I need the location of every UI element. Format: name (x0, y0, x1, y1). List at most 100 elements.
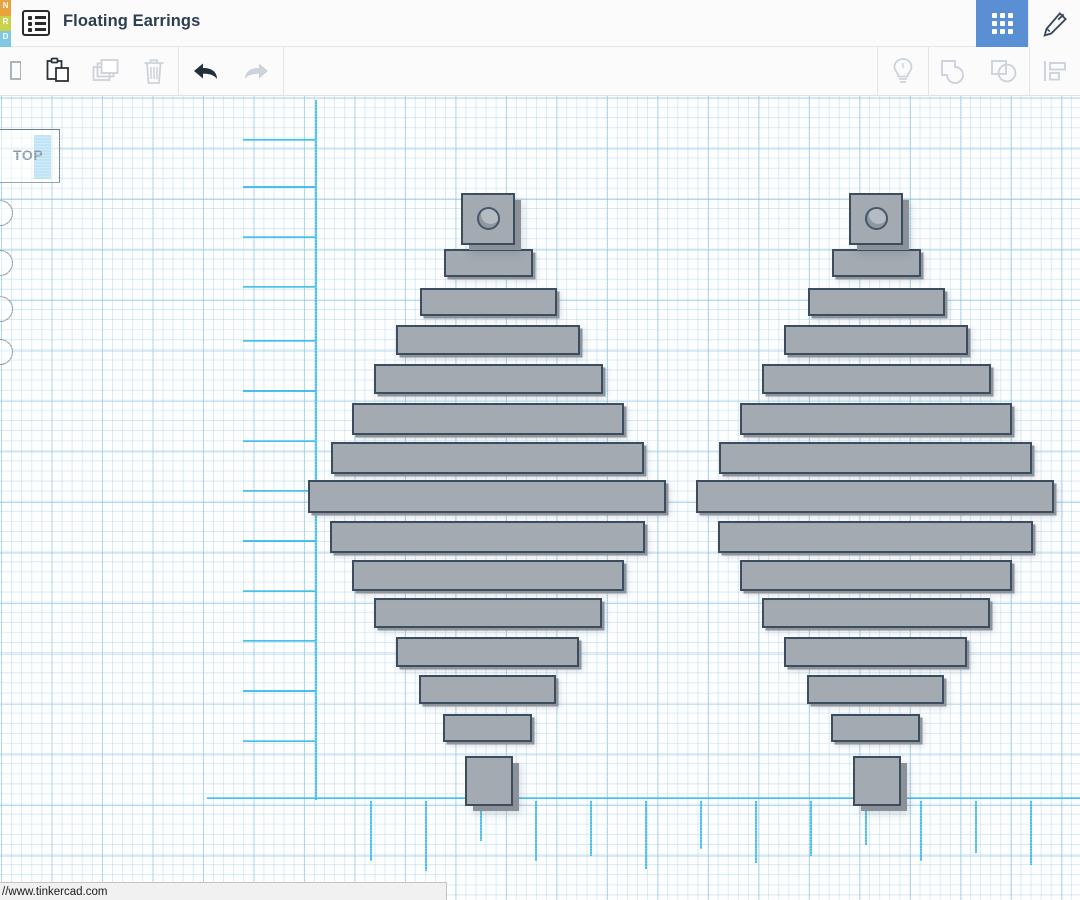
tinkercad-window: N R D Floating Earrings (0, 0, 1080, 900)
undo-arrow-icon (190, 60, 220, 82)
guide-line-horizontal (243, 640, 315, 642)
guide-line-horizontal (243, 590, 315, 592)
guide-line-horizontal (243, 286, 315, 288)
earring-slab[interactable] (443, 714, 532, 742)
guide-line-vertical (425, 801, 427, 871)
earring-slab[interactable] (784, 325, 968, 355)
earring-slab[interactable] (419, 675, 556, 704)
guide-line-vertical (700, 801, 702, 849)
earring-slab[interactable] (831, 714, 920, 742)
earring-slab[interactable] (762, 598, 990, 628)
page-title: Floating Earrings (63, 12, 200, 31)
toolbar-left-group (0, 47, 284, 95)
earring-slab[interactable] (807, 675, 944, 704)
earring-slab[interactable] (784, 637, 967, 667)
brand-letter-n: N (0, 0, 11, 16)
group-button[interactable] (929, 47, 979, 95)
list-document-icon[interactable] (22, 10, 50, 36)
earring-slab[interactable] (331, 442, 644, 474)
notes-button[interactable] (878, 47, 928, 95)
earring-slab[interactable] (374, 598, 602, 628)
delete-button[interactable] (130, 47, 178, 95)
duplicate-button[interactable] (82, 47, 130, 95)
guide-line-horizontal (243, 390, 315, 392)
align-button[interactable] (1030, 47, 1080, 95)
group-shapes-icon (940, 58, 968, 84)
guide-line-horizontal (243, 690, 315, 692)
earring-slab[interactable] (762, 364, 991, 394)
zoom-fit-button[interactable] (0, 200, 13, 226)
earring-slab[interactable] (808, 288, 945, 316)
redo-button[interactable] (231, 47, 283, 95)
earring-hole-icon (477, 207, 500, 230)
guide-line-vertical (480, 801, 482, 841)
guide-line-horizontal (243, 740, 315, 742)
earring-hole-icon (865, 207, 888, 230)
zoom-out-button[interactable] (0, 296, 13, 322)
earring-slab[interactable] (832, 249, 921, 277)
guide-line-vertical (975, 801, 977, 853)
trash-icon (142, 58, 166, 85)
earring-slab[interactable] (396, 637, 579, 667)
guide-line-vertical (810, 801, 812, 856)
ungroup-shapes-icon (990, 58, 1018, 84)
view-cube-top[interactable]: TOP (0, 129, 60, 183)
zoom-in-button[interactable] (0, 250, 13, 276)
brand-letter-r: R (0, 16, 11, 32)
earring-slab[interactable] (352, 403, 624, 435)
guide-line-vertical (645, 801, 647, 869)
earring-slab[interactable] (465, 756, 513, 806)
brand-logo-strip[interactable]: N R D (0, 0, 11, 47)
undo-button[interactable] (179, 47, 231, 95)
earring-slab[interactable] (396, 325, 580, 355)
grid-view-button[interactable] (976, 0, 1028, 47)
toolbar-edge-button[interactable] (0, 47, 34, 95)
clipboard-paste-icon (45, 57, 71, 85)
guide-line-vertical (920, 801, 922, 861)
brand-letter-d: D (0, 31, 11, 47)
guide-line-vertical (590, 801, 592, 856)
earring-slab[interactable] (352, 560, 624, 591)
earring-slab[interactable] (740, 403, 1012, 435)
redo-arrow-icon (242, 60, 272, 82)
earring-slab[interactable] (853, 756, 901, 806)
grid-9-icon (992, 13, 1014, 35)
guide-line-horizontal (243, 490, 315, 492)
earring-slab[interactable] (696, 480, 1054, 513)
toolbar-right-group (877, 47, 1080, 95)
guide-line-horizontal (243, 540, 315, 542)
guide-line-horizontal (243, 186, 315, 188)
earring-slab[interactable] (719, 442, 1032, 474)
earring-slab[interactable] (374, 364, 603, 394)
status-url: //www.tinkercad.com (0, 886, 107, 898)
earring-hook-cube[interactable] (461, 193, 515, 245)
earring-slab[interactable] (444, 249, 533, 277)
view-cube-label: TOP (13, 147, 43, 163)
edit-pencil-button[interactable] (1028, 0, 1080, 47)
home-view-button[interactable] (0, 339, 13, 365)
guide-line-vertical (1030, 801, 1032, 865)
earring-slab[interactable] (740, 560, 1012, 591)
earring-slab[interactable] (330, 521, 645, 553)
ungroup-button[interactable] (979, 47, 1029, 95)
header-actions (976, 0, 1080, 47)
earring-slab[interactable] (308, 480, 666, 513)
guide-line-vertical (535, 801, 537, 861)
guide-line-horizontal (243, 236, 315, 238)
guide-line-horizontal (243, 340, 315, 342)
guide-line-vertical (370, 801, 372, 861)
app-header: N R D Floating Earrings (0, 0, 1080, 47)
earring-slab[interactable] (420, 288, 557, 316)
guide-line-horizontal (243, 139, 315, 141)
guide-line-vertical (755, 801, 757, 863)
earring-slab[interactable] (718, 521, 1033, 553)
earring-hook-cube[interactable] (849, 193, 903, 245)
guide-line-horizontal (207, 797, 1080, 799)
lightbulb-icon (891, 57, 915, 85)
main-toolbar (0, 47, 1080, 96)
paste-button[interactable] (34, 47, 82, 95)
design-canvas[interactable]: TOP × (0, 96, 1080, 900)
copy-layers-icon (92, 58, 120, 84)
pencil-icon (1042, 11, 1068, 37)
align-icon (1042, 59, 1068, 83)
